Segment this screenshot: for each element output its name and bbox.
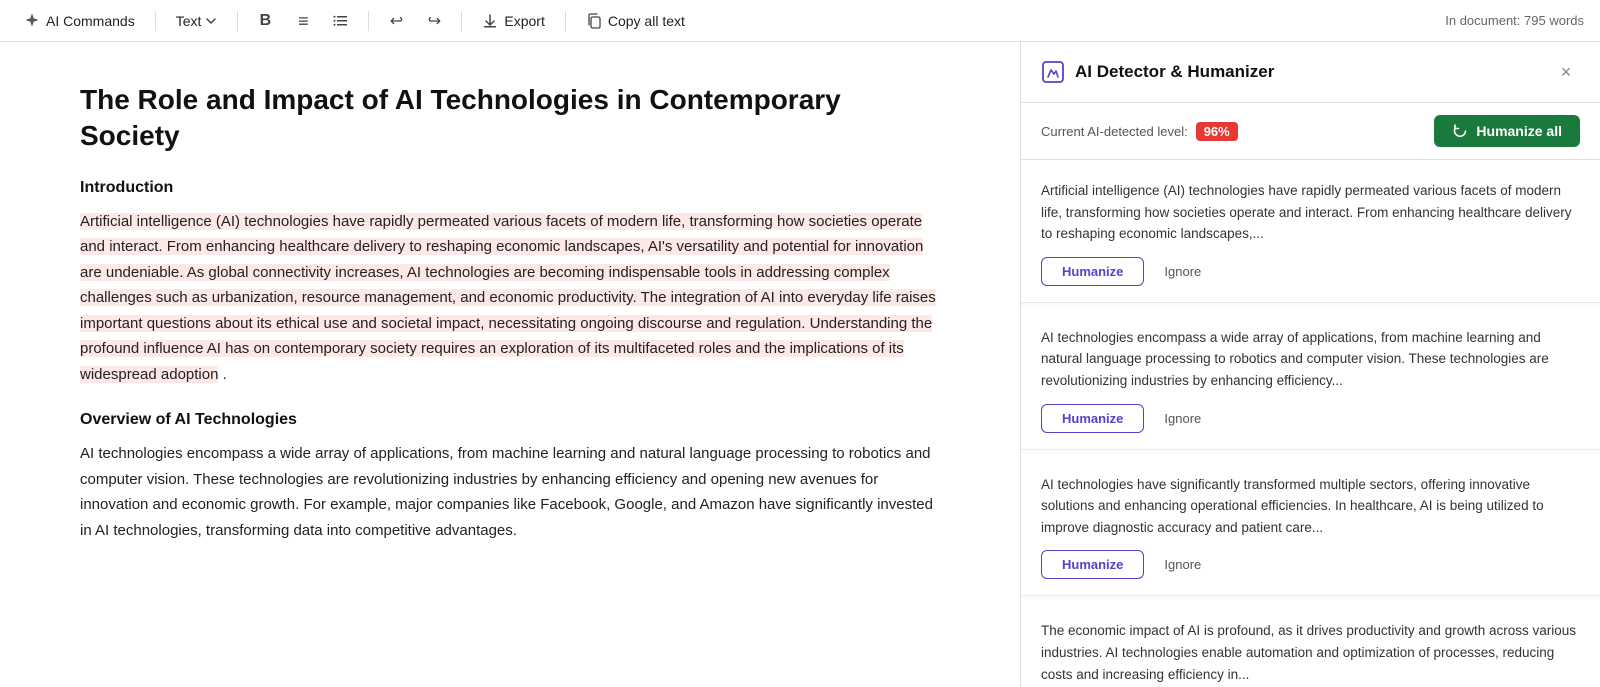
panel-content: Artificial intelligence (AI) technologie… [1021, 160, 1600, 687]
detection-item-2: AI technologies have significantly trans… [1021, 454, 1600, 597]
copy-icon [586, 13, 602, 29]
detection-text-0: Artificial intelligence (AI) technologie… [1041, 180, 1580, 245]
panel-close-button[interactable]: × [1552, 58, 1580, 86]
introduction-paragraph: Artificial intelligence (AI) technologie… [80, 209, 940, 388]
detection-actions-1: Humanize Ignore [1041, 404, 1580, 433]
close-icon: × [1561, 62, 1572, 83]
humanize-all-label: Humanize all [1476, 123, 1562, 139]
redo-icon: ↪ [428, 11, 441, 31]
copy-all-button[interactable]: Copy all text [578, 9, 693, 33]
detection-text-1: AI technologies encompass a wide array o… [1041, 327, 1580, 392]
refresh-icon [1452, 123, 1468, 139]
ai-commands-button[interactable]: AI Commands [16, 9, 143, 33]
align-icon: ≡ [298, 12, 309, 30]
text-dropdown-button[interactable]: Text [168, 9, 226, 33]
text-label: Text [176, 13, 202, 29]
main-layout: The Role and Impact of AI Technologies i… [0, 42, 1600, 687]
undo-icon: ↩ [390, 11, 403, 31]
detection-item-0: Artificial intelligence (AI) technologie… [1021, 160, 1600, 303]
detection-actions-2: Humanize Ignore [1041, 550, 1580, 579]
ignore-button-0[interactable]: Ignore [1160, 258, 1205, 285]
divider-1 [155, 11, 156, 31]
list-button[interactable] [326, 6, 356, 36]
detection-text-3: The economic impact of AI is profound, a… [1041, 620, 1580, 685]
ignore-button-1[interactable]: Ignore [1160, 405, 1205, 432]
export-label: Export [504, 13, 544, 29]
export-button[interactable]: Export [474, 9, 552, 33]
detector-icon [1041, 60, 1065, 84]
toolbar: AI Commands Text B ≡ [0, 0, 1600, 42]
align-button[interactable]: ≡ [288, 6, 318, 36]
humanize-button-0[interactable]: Humanize [1041, 257, 1144, 286]
humanize-button-2[interactable]: Humanize [1041, 550, 1144, 579]
ai-level-label: Current AI-detected level: [1041, 124, 1188, 139]
trailing-period: . [218, 366, 226, 383]
word-count: In document: 795 words [1445, 13, 1584, 28]
panel-toolbar: Current AI-detected level: 96% Humanize … [1021, 103, 1600, 160]
document-title: The Role and Impact of AI Technologies i… [80, 82, 940, 155]
divider-5 [565, 11, 566, 31]
humanize-button-1[interactable]: Humanize [1041, 404, 1144, 433]
sparkle-icon [24, 13, 40, 29]
panel-header: AI Detector & Humanizer × [1021, 42, 1600, 103]
toolbar-right: In document: 795 words [1445, 13, 1584, 28]
redo-button[interactable]: ↪ [419, 6, 449, 36]
highlighted-text: Artificial intelligence (AI) technologie… [80, 213, 936, 383]
bold-button[interactable]: B [250, 6, 280, 36]
detection-text-2: AI technologies have significantly trans… [1041, 474, 1580, 539]
ai-percentage-badge: 96% [1196, 122, 1238, 141]
right-panel: AI Detector & Humanizer × Current AI-det… [1020, 42, 1600, 687]
divider-3 [368, 11, 369, 31]
section-heading-introduction: Introduction [80, 179, 940, 197]
detection-item-1: AI technologies encompass a wide array o… [1021, 307, 1600, 450]
ai-level-display: Current AI-detected level: 96% [1041, 122, 1238, 141]
ai-commands-label: AI Commands [46, 13, 135, 29]
overview-paragraph: AI technologies encompass a wide array o… [80, 441, 940, 543]
divider-2 [237, 11, 238, 31]
editor-area[interactable]: The Role and Impact of AI Technologies i… [0, 42, 1020, 687]
copy-all-label: Copy all text [608, 13, 685, 29]
humanize-all-button[interactable]: Humanize all [1434, 115, 1580, 147]
list-icon [333, 13, 349, 29]
panel-title: AI Detector & Humanizer [1075, 62, 1274, 82]
panel-title-row: AI Detector & Humanizer [1041, 60, 1274, 84]
divider-4 [461, 11, 462, 31]
detection-item-3: The economic impact of AI is profound, a… [1021, 600, 1600, 687]
chevron-down-icon [205, 15, 217, 27]
ignore-button-2[interactable]: Ignore [1160, 551, 1205, 578]
section-heading-overview: Overview of AI Technologies [80, 411, 940, 429]
bold-icon: B [260, 12, 272, 30]
undo-button[interactable]: ↩ [381, 6, 411, 36]
toolbar-left: AI Commands Text B ≡ [16, 6, 1437, 36]
export-icon [482, 13, 498, 29]
detection-actions-0: Humanize Ignore [1041, 257, 1580, 286]
